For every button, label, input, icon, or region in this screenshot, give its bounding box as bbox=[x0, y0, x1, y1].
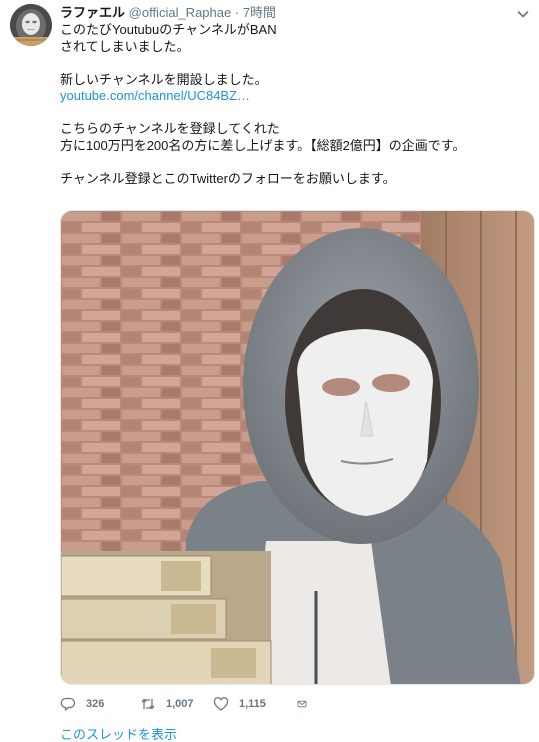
tweet-line: このたびYoutubuのチャンネルがBAN bbox=[60, 22, 277, 37]
tweet-line: 新しいチャンネルを開設しました。 bbox=[60, 71, 268, 87]
heart-icon bbox=[213, 696, 229, 711]
like-count: 1,115 bbox=[239, 698, 266, 710]
tweet-text: このたびYoutubuのチャンネルがBAN されてしまいました。 新しいチャンネ… bbox=[60, 22, 520, 187]
tweet-line: チャンネル登録とこのTwitterのフォローをお願いします。 bbox=[60, 170, 396, 186]
tweet-line: こちらのチャンネルを登録してくれた bbox=[60, 121, 280, 136]
tweet-photo[interactable] bbox=[60, 210, 535, 685]
reply-icon bbox=[60, 697, 76, 711]
direct-message-button[interactable] bbox=[297, 696, 317, 712]
masked-person-avatar-image bbox=[10, 4, 52, 46]
retweet-count: 1,007 bbox=[166, 698, 194, 710]
tweet-line: 方に100万円を200名の方に差し上げます。【総額2億円】の企画です。 bbox=[60, 137, 466, 153]
tweet-header: ラファエル @official_Raphae · 7時間 bbox=[60, 4, 276, 22]
like-button[interactable]: 1,115 bbox=[213, 696, 297, 712]
retweet-button[interactable]: 1,007 bbox=[140, 696, 213, 712]
show-thread-link[interactable]: このスレッドを表示 bbox=[60, 724, 177, 742]
tweet-blank-line bbox=[60, 154, 520, 171]
cash-stack bbox=[61, 551, 272, 684]
header-separator: · bbox=[234, 5, 240, 20]
envelope-icon bbox=[297, 700, 307, 708]
tweet-blank-line bbox=[60, 105, 520, 122]
masked-man-with-money-photo bbox=[61, 211, 534, 684]
reply-count: 326 bbox=[86, 698, 105, 710]
display-name[interactable]: ラファエル bbox=[60, 5, 125, 20]
retweet-icon bbox=[141, 698, 155, 710]
tweet-line: されてしまいました。 bbox=[60, 38, 190, 54]
user-handle[interactable]: @official_Raphae bbox=[129, 5, 232, 20]
tweet: ラファエル @official_Raphae · 7時間 このたびYoutubu… bbox=[0, 0, 539, 742]
tweet-timestamp[interactable]: 7時間 bbox=[243, 5, 276, 20]
tweet-actions: 326 1,007 1,115 bbox=[60, 693, 317, 715]
avatar[interactable] bbox=[10, 4, 52, 46]
reply-button[interactable]: 326 bbox=[60, 696, 140, 712]
chevron-down-icon[interactable] bbox=[515, 6, 531, 22]
channel-link[interactable]: youtube.com/channel/UC84BZ… bbox=[60, 88, 250, 103]
tweet-blank-line bbox=[60, 55, 520, 72]
